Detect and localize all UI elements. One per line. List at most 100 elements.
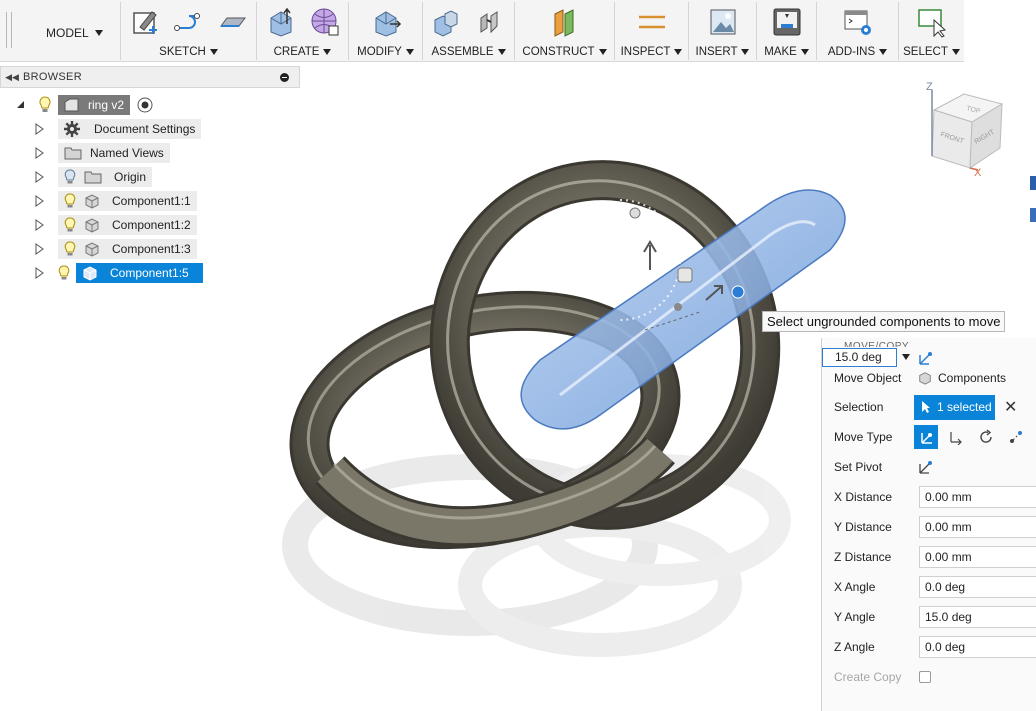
create-label: CREATE <box>273 46 320 58</box>
angle-dropdown-icon[interactable] <box>902 354 910 360</box>
new-component-icon[interactable] <box>431 6 463 38</box>
expand-down-icon[interactable] <box>16 100 26 110</box>
pin-browser-icon[interactable] <box>280 73 289 82</box>
chevron-down-icon <box>405 49 414 55</box>
browser-item-named-views[interactable]: Named Views <box>35 142 170 164</box>
joint-icon[interactable] <box>475 6 507 38</box>
component1-5-node[interactable]: Component1:5 <box>76 263 203 283</box>
toolbar-group-add-ins: ADD-INS <box>816 2 898 60</box>
chevron-down-icon <box>741 49 750 55</box>
y-distance-input[interactable]: 0.00 mm <box>919 516 1036 538</box>
z-angle-input[interactable]: 0.0 deg <box>919 636 1036 658</box>
activate-radio-icon[interactable] <box>136 96 154 114</box>
component-icon <box>85 242 99 257</box>
move-object-dropdown[interactable]: Components <box>914 367 1036 389</box>
document-settings-node[interactable]: Document Settings <box>58 119 202 139</box>
insert-image-icon[interactable] <box>707 6 739 38</box>
component1-3-node[interactable]: Component1:3 <box>58 239 197 259</box>
expand-right-icon[interactable] <box>35 123 45 135</box>
toolbar-group-create: CREATE <box>256 2 348 60</box>
toolbar-group-assemble: ASSEMBLE <box>422 2 514 60</box>
move-type-label: Move Type <box>834 430 893 444</box>
visibility-bulb-icon[interactable] <box>58 265 70 281</box>
3d-print-icon[interactable] <box>771 6 803 38</box>
x-distance-input[interactable]: 0.00 mm <box>919 486 1036 508</box>
root-component-node[interactable]: ring v2 <box>58 95 131 115</box>
select-icon[interactable] <box>916 6 948 38</box>
toolbar-grip[interactable] <box>6 12 12 48</box>
y-angle-input[interactable]: 15.0 deg <box>919 606 1036 628</box>
pivot-icon[interactable] <box>917 349 935 367</box>
gear-icon <box>64 121 80 137</box>
component1-2-node[interactable]: Component1:2 <box>58 215 197 235</box>
z-angle-label: Z Angle <box>834 640 875 654</box>
expand-right-icon[interactable] <box>35 219 45 231</box>
modify-label: MODIFY <box>357 46 402 58</box>
selection-button[interactable]: 1 selected <box>914 394 995 420</box>
chevron-down-icon <box>674 49 683 55</box>
stop-sketch-icon[interactable] <box>217 6 249 38</box>
browser-item-component1-3[interactable]: Component1:3 <box>35 238 197 260</box>
make-label: MAKE <box>764 46 797 58</box>
visibility-bulb-icon[interactable] <box>64 217 76 233</box>
expand-right-icon[interactable] <box>35 147 45 159</box>
expand-right-icon[interactable] <box>35 195 45 207</box>
free-move-icon[interactable] <box>914 425 938 449</box>
clear-selection-icon[interactable]: ✕ <box>1004 397 1017 417</box>
viewport-canvas[interactable] <box>220 140 860 660</box>
select-menu[interactable]: SELECT <box>899 46 964 58</box>
visibility-bulb-icon[interactable] <box>64 241 76 257</box>
create-menu[interactable]: CREATE <box>257 46 348 58</box>
component1-1-node[interactable]: Component1:1 <box>58 191 197 211</box>
extrude-icon[interactable] <box>265 6 297 38</box>
browser-item-label: Component1:5 <box>110 266 189 280</box>
selection-value: 1 selected <box>937 400 992 414</box>
toolbar-group-make: MAKE <box>756 2 816 60</box>
press-pull-icon[interactable] <box>370 6 402 38</box>
construct-menu[interactable]: CONSTRUCT <box>515 46 614 58</box>
browser-header: ◀◀ BROWSER <box>0 66 300 88</box>
browser-item-label: Component1:1 <box>112 194 191 208</box>
set-pivot-icon[interactable] <box>917 458 935 476</box>
z-distance-input[interactable]: 0.00 mm <box>919 546 1036 568</box>
add-ins-menu[interactable]: ADD-INS <box>817 46 898 58</box>
create-copy-checkbox[interactable] <box>919 671 931 683</box>
sketch-menu[interactable]: SKETCH <box>121 46 256 58</box>
visibility-bulb-off-icon[interactable] <box>64 169 76 185</box>
collapse-browser-icon[interactable]: ◀◀ <box>1 72 23 83</box>
expand-right-icon[interactable] <box>35 243 45 255</box>
named-views-node[interactable]: Named Views <box>58 143 170 163</box>
point-to-point-icon[interactable] <box>1004 425 1028 449</box>
insert-menu[interactable]: INSERT <box>689 46 756 58</box>
modify-menu[interactable]: MODIFY <box>349 46 422 58</box>
scripts-icon[interactable] <box>842 6 874 38</box>
browser-item-origin[interactable]: Origin <box>35 166 153 188</box>
x-angle-input[interactable]: 0.0 deg <box>919 576 1036 598</box>
create-sketch-icon[interactable] <box>129 6 161 38</box>
visibility-bulb-icon[interactable] <box>38 96 52 114</box>
workspace-switcher[interactable]: MODEL <box>28 24 118 42</box>
offset-plane-icon[interactable] <box>549 6 581 38</box>
measure-icon[interactable] <box>636 6 668 38</box>
expand-right-icon[interactable] <box>35 171 45 183</box>
browser-item-document-settings[interactable]: Document Settings <box>35 118 202 140</box>
inspect-menu[interactable]: INSPECT <box>615 46 688 58</box>
viewcube[interactable]: TOP FRONT RIGHT Z X <box>918 78 1008 178</box>
browser-item-component1-1[interactable]: Component1:1 <box>35 190 197 212</box>
browser-item-component1-2[interactable]: Component1:2 <box>35 214 197 236</box>
translate-icon[interactable] <box>944 425 968 449</box>
origin-node[interactable]: Origin <box>58 167 153 187</box>
visibility-bulb-icon[interactable] <box>64 193 76 209</box>
chevron-down-icon <box>598 49 607 55</box>
form-icon[interactable] <box>309 6 341 38</box>
browser-title: BROWSER <box>23 71 82 83</box>
rotate-icon[interactable] <box>974 425 998 449</box>
expand-right-icon[interactable] <box>35 267 45 279</box>
angle-value-input[interactable]: 15.0 deg <box>822 348 897 367</box>
toolbar-group-construct: CONSTRUCT <box>514 2 614 60</box>
browser-item-component1-5[interactable]: Component1:5 <box>35 262 203 284</box>
line-sketch-icon[interactable] <box>173 6 205 38</box>
assemble-menu[interactable]: ASSEMBLE <box>423 46 514 58</box>
browser-root-row[interactable]: ring v2 <box>16 94 154 116</box>
make-menu[interactable]: MAKE <box>757 46 816 58</box>
